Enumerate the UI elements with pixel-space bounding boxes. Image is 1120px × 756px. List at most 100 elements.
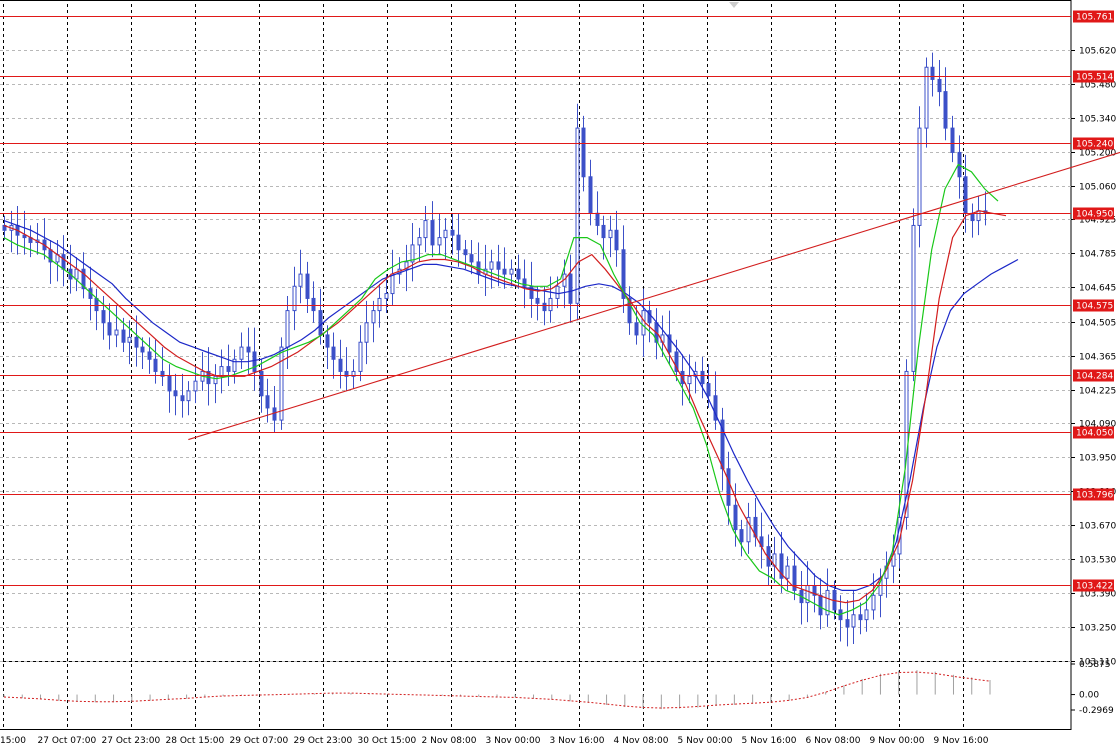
candle-body <box>970 212 975 222</box>
candle-body <box>325 334 330 348</box>
candle-body <box>265 395 270 409</box>
candle-body <box>502 268 507 275</box>
oscillator-histogram <box>3 670 991 710</box>
candle-body <box>239 346 244 360</box>
candle-body <box>180 395 185 402</box>
candle-body <box>937 78 942 93</box>
candle-body <box>121 329 126 343</box>
candle-body <box>305 273 310 299</box>
candle-body <box>292 285 297 312</box>
candle-body <box>943 91 948 129</box>
candle-body <box>213 375 218 385</box>
candle-body <box>463 249 468 256</box>
time-tick-label: 29 Oct 07:00 <box>230 736 289 746</box>
ma-green-line <box>3 163 999 616</box>
candle-body <box>739 529 744 543</box>
candle-body <box>417 237 422 246</box>
time-tick-label: 9 Nov 16:00 <box>934 736 989 746</box>
candle-body <box>338 358 343 372</box>
candle-body <box>114 329 119 336</box>
level-label: 103.422 <box>1076 582 1113 592</box>
candle-body <box>193 380 198 392</box>
price-chart[interactable]: 105.620105.480105.340105.200105.060104.9… <box>0 0 1120 756</box>
candle-body <box>555 285 560 299</box>
candle-body <box>976 210 981 222</box>
candle-body <box>430 220 435 246</box>
level-label: 104.950 <box>1076 210 1113 220</box>
candle-body <box>298 273 303 287</box>
candle-body <box>61 254 66 270</box>
candle-body <box>226 366 231 372</box>
candle-body <box>127 336 132 343</box>
time-tick-label: 3 Nov 00:00 <box>486 736 541 746</box>
candle-body <box>371 310 376 324</box>
osc-tick-label: 0.00 <box>1079 691 1099 701</box>
candle-body <box>733 504 738 531</box>
osc-tick-label: 0.5875 <box>1079 660 1111 670</box>
candle-body <box>608 229 613 239</box>
candle-body <box>279 346 284 421</box>
candle-body <box>595 212 600 226</box>
candle-body <box>700 370 705 385</box>
candle-body <box>186 390 191 402</box>
candle-body <box>706 383 711 397</box>
candle-body <box>864 609 869 621</box>
candle-body <box>134 336 139 348</box>
candle-body <box>601 224 606 239</box>
candle-body <box>687 375 692 385</box>
price-tick-label: 104.785 <box>1079 250 1116 260</box>
candle-body <box>450 229 455 236</box>
price-tick-label: 105.620 <box>1079 47 1116 57</box>
trendline <box>188 151 1120 441</box>
price-tick-label: 104.505 <box>1079 319 1116 329</box>
candle-body <box>331 346 336 360</box>
candle-body <box>858 614 863 621</box>
price-tick-label: 104.645 <box>1079 284 1116 294</box>
time-tick-label: 5 Nov 16:00 <box>742 736 797 746</box>
osc-signal-line <box>3 671 991 709</box>
candle-body <box>94 297 99 312</box>
time-tick-label: 5 Nov 00:00 <box>678 736 733 746</box>
candle-body <box>516 268 521 280</box>
candle-body <box>911 224 916 372</box>
candle-body <box>140 346 145 353</box>
time-tick-label: 4 Nov 08:00 <box>614 736 669 746</box>
level-label: 104.284 <box>1076 372 1113 382</box>
candle-body <box>930 66 935 80</box>
candle-body <box>443 229 448 239</box>
candle-body <box>614 229 619 251</box>
level-label: 104.575 <box>1076 302 1113 312</box>
candle-body <box>548 297 553 312</box>
time-tick-label: 29 Oct 23:00 <box>294 736 353 746</box>
price-tick-label: 105.060 <box>1079 183 1116 193</box>
price-tick-label: 105.200 <box>1079 149 1116 159</box>
candle-body <box>535 297 540 304</box>
candle-body <box>364 322 369 343</box>
candle-body <box>917 127 922 226</box>
candle-body <box>588 176 593 214</box>
candle-body <box>311 297 316 312</box>
price-tick-label: 104.225 <box>1079 387 1116 397</box>
time-tick-label: 27 Oct 23:00 <box>102 736 161 746</box>
candle-body <box>634 322 639 336</box>
candle-body <box>496 261 501 270</box>
candle-body <box>252 351 257 372</box>
candle-body <box>851 614 856 628</box>
time-tick-label: 15:00 <box>0 736 26 746</box>
candle-body <box>74 268 79 280</box>
candle-body <box>437 237 442 246</box>
candle-body <box>22 234 27 239</box>
candle-body <box>377 297 382 312</box>
level-label: 104.050 <box>1076 429 1113 439</box>
candle-body <box>469 254 474 263</box>
candle-body <box>871 594 876 611</box>
time-tick-label: 9 Nov 00:00 <box>870 736 925 746</box>
time-tick-label: 2 Nov 08:00 <box>422 736 477 746</box>
candle-body <box>963 176 968 214</box>
candle-body <box>246 346 251 353</box>
candle-body <box>489 261 494 270</box>
candle-body <box>509 268 514 275</box>
candle-body <box>575 127 580 304</box>
candle-body <box>845 619 850 628</box>
candle-body <box>456 234 461 251</box>
